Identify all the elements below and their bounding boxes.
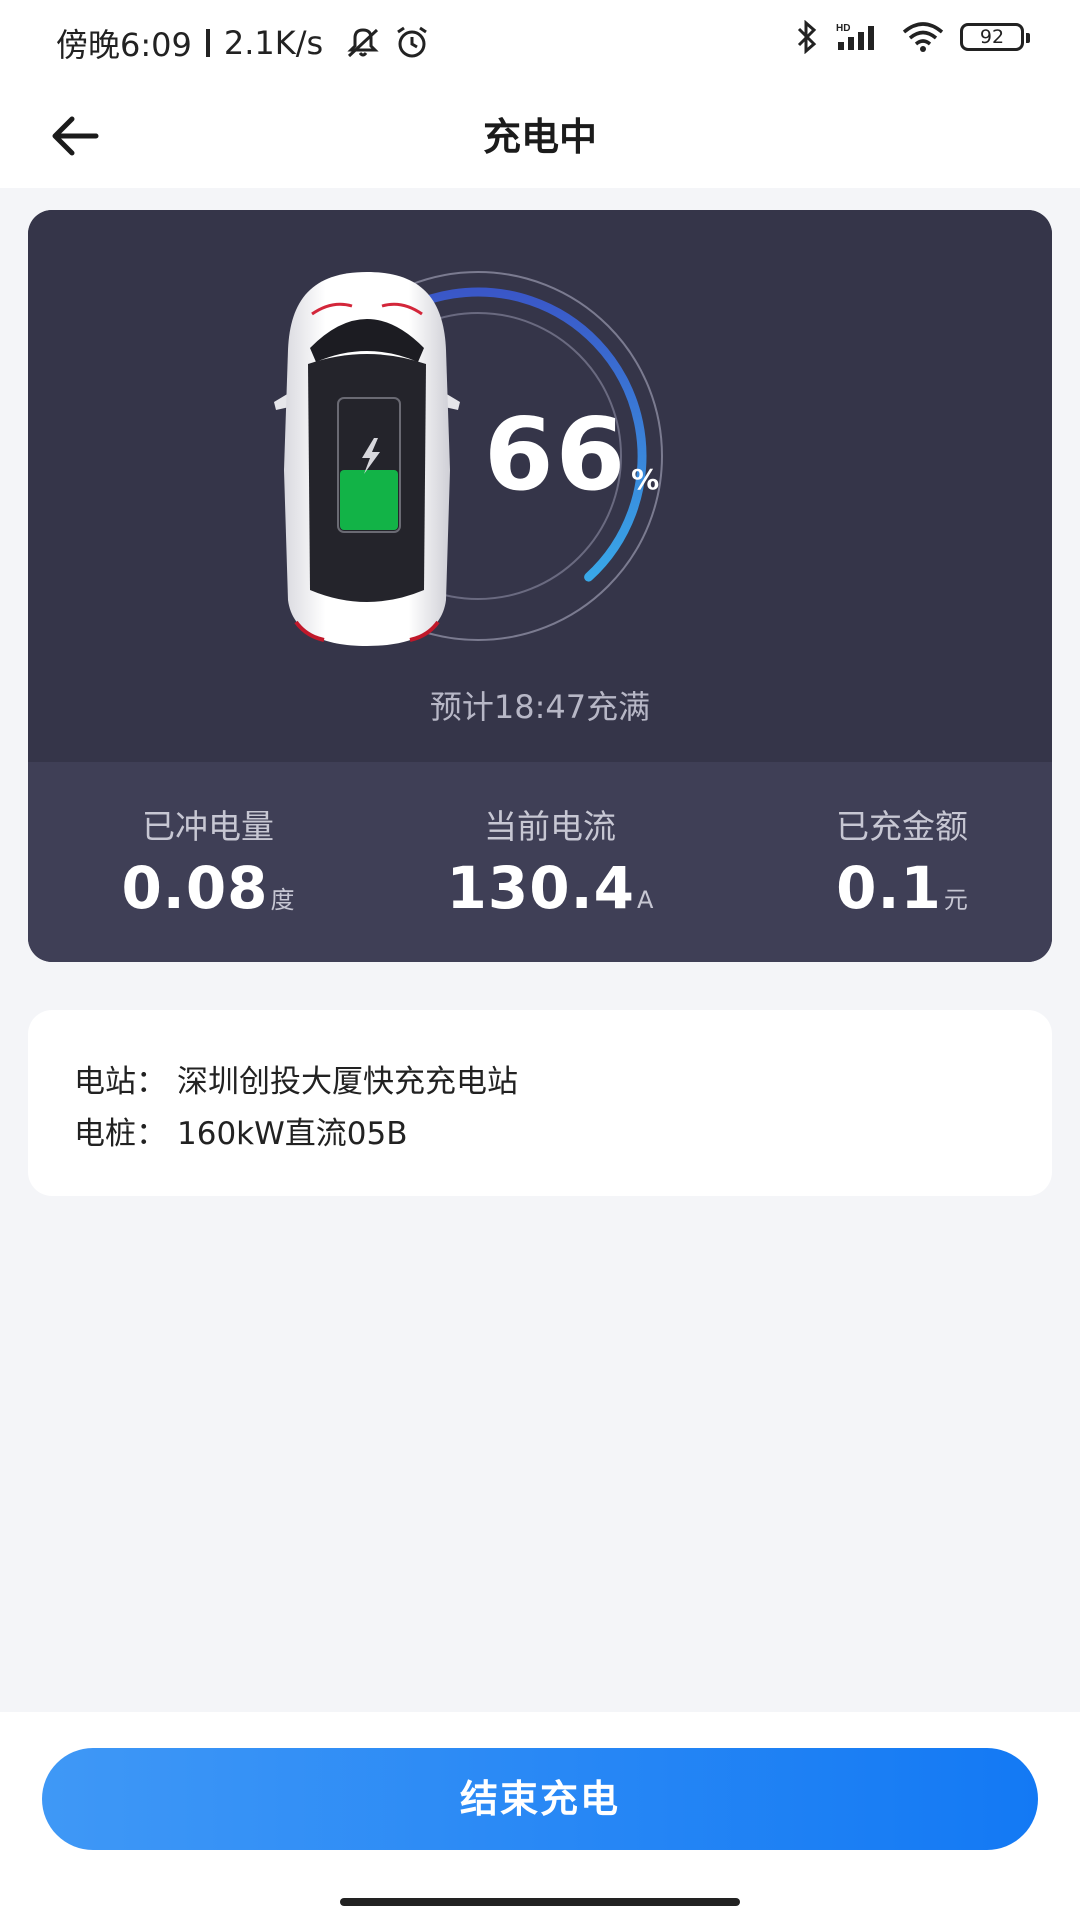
- status-speed: 2.1K/s: [223, 24, 324, 62]
- header: 充电中: [0, 84, 1080, 188]
- page-title: 充电中: [482, 115, 597, 159]
- bluetooth-icon: [797, 20, 817, 54]
- stat-energy-value: 0.08: [121, 854, 269, 922]
- status-right: HD 92: [794, 20, 1030, 54]
- stat-current-label: 当前电流: [484, 807, 616, 846]
- stat-amount-unit: 元: [943, 886, 968, 914]
- stat-current-value-wrap: 130.4A: [400, 854, 700, 922]
- pile-name: 160kW直流05B: [177, 1116, 408, 1152]
- pile-row: 电桩： 160kW直流05B: [74, 1108, 408, 1153]
- estimated-full-time: 预计18:47充满: [429, 688, 651, 726]
- car-illustration: [274, 272, 460, 646]
- stat-energy: 已冲电量 0.08度: [58, 800, 358, 922]
- charge-card: 66% 预计18:47充满 已冲电量 0.08度 当前电流 130.4A 已充金…: [28, 210, 1052, 962]
- stat-amount-label: 已充金额: [836, 807, 968, 846]
- pile-label: 电桩：: [74, 1116, 167, 1152]
- stat-current-value: 130.4: [446, 854, 636, 922]
- status-time: 傍晚6:09: [56, 26, 192, 64]
- stat-current-unit: A: [637, 886, 654, 914]
- charge-percent-value: 66: [484, 396, 628, 513]
- signal-icon: HD: [836, 23, 874, 50]
- stat-amount-value-wrap: 0.1元: [752, 854, 1052, 922]
- station-name: 深圳创投大厦快充充电站: [177, 1064, 518, 1100]
- wifi-icon: [902, 22, 944, 52]
- charge-percentage: 66%: [484, 396, 659, 513]
- station-label: 电站：: [74, 1064, 167, 1100]
- station-info-card: 电站： 深圳创投大厦快充充电站 电桩： 160kW直流05B: [28, 1010, 1052, 1196]
- home-indicator: [340, 1898, 740, 1906]
- charge-percent-unit: %: [631, 463, 660, 496]
- stat-amount-value: 0.1: [836, 854, 942, 922]
- alarm-icon: [397, 26, 428, 58]
- battery-icon: 92: [960, 23, 1030, 51]
- battery-level: 92: [979, 26, 1005, 48]
- stat-energy-value-wrap: 0.08度: [58, 854, 358, 922]
- svg-text:HD: HD: [836, 23, 850, 34]
- status-separator: [205, 29, 210, 57]
- stat-energy-label: 已冲电量: [142, 807, 274, 846]
- stat-current: 当前电流 130.4A: [400, 800, 700, 922]
- mute-icon: [347, 28, 379, 58]
- station-row: 电站： 深圳创投大厦快充充电站: [74, 1056, 518, 1101]
- end-charging-button[interactable]: 结束充电: [42, 1748, 1038, 1850]
- stat-amount: 已充金额 0.1元: [752, 800, 1052, 922]
- stat-energy-unit: 度: [270, 886, 295, 914]
- status-left: 傍晚6:09 2.1K/s: [56, 20, 431, 66]
- status-bar: 傍晚6:09 2.1K/s HD 92: [0, 0, 1080, 84]
